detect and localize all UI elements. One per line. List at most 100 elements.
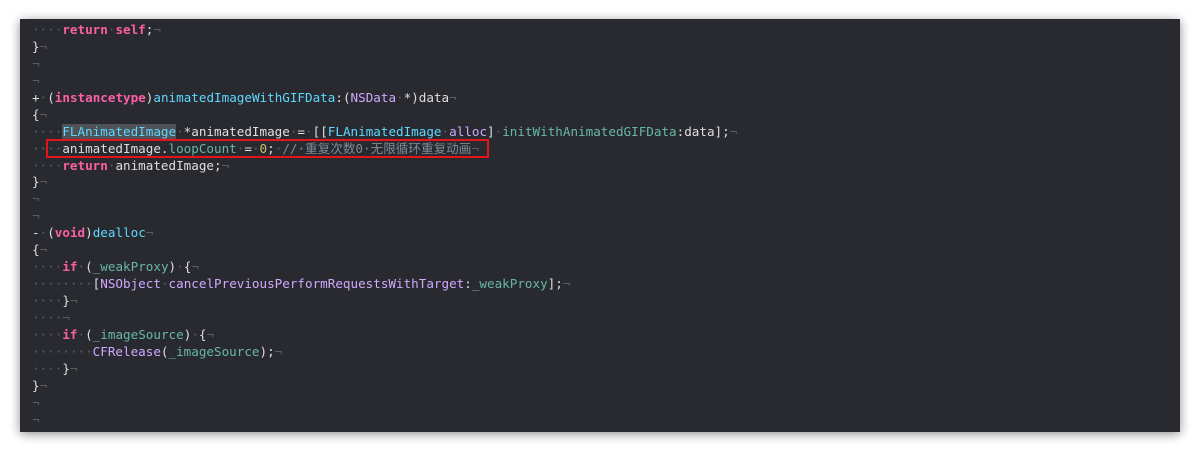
invisible-char: ¬ — [562, 276, 571, 292]
invisible-char: ········ — [32, 276, 93, 292]
code-line[interactable]: +·(instancetype)animatedImageWithGIFData… — [32, 90, 1180, 107]
code-line[interactable]: ¬ — [32, 73, 1180, 90]
code-line[interactable]: ········[NSObject·cancelPreviousPerformR… — [32, 276, 1180, 293]
code-token: } — [32, 377, 40, 393]
invisible-char: ¬ — [153, 22, 161, 37]
code-line[interactable]: ¬ — [32, 208, 1180, 225]
code-token: cancelPreviousPerformRequestsWithTarget — [168, 276, 465, 292]
code-token: _imageSource — [168, 343, 260, 359]
code-editor[interactable]: ····return·self;¬}¬ ¬ ¬ +·(instancetype)ani… — [20, 19, 1180, 432]
code-token: ( — [47, 225, 55, 241]
code-token: { — [32, 106, 40, 122]
invisible-char: · — [77, 259, 86, 275]
code-line[interactable]: {¬ — [32, 242, 1180, 259]
code-token: self — [115, 22, 146, 37]
code-line[interactable]: {¬ — [32, 107, 1180, 124]
code-token: } — [62, 360, 70, 376]
code-line[interactable]: }¬ — [32, 39, 1180, 56]
invisible-char: ¬ — [32, 191, 40, 207]
code-token: *)data — [403, 89, 450, 105]
code-token: void — [54, 225, 86, 241]
code-token: } — [32, 38, 40, 54]
code-line[interactable]: ····¬ — [32, 310, 1180, 327]
invisible-char: · — [305, 123, 313, 139]
code-line[interactable]: }¬ — [32, 174, 1180, 191]
code-token: ]; — [547, 276, 563, 292]
code-lines: ····return·self;¬}¬ ¬ ¬ +·(instancetype)ani… — [32, 22, 1180, 429]
invisible-char: ¬ — [32, 394, 40, 410]
code-token: FLAnimatedImage — [62, 123, 177, 139]
invisible-char: ···· — [32, 326, 63, 342]
code-line[interactable]: ····return·animatedImage;¬ — [32, 158, 1180, 175]
code-line[interactable]: ····}¬ — [32, 293, 1180, 310]
code-line[interactable]: ¬ — [32, 56, 1180, 73]
code-token: _imageSource — [92, 326, 184, 342]
invisible-char: ¬ — [274, 343, 283, 359]
invisible-char: · — [176, 259, 184, 275]
code-token: return — [62, 22, 108, 37]
invisible-char: ¬ — [39, 242, 48, 258]
invisible-char: ¬ — [191, 259, 199, 275]
invisible-char: ¬ — [32, 208, 40, 224]
invisible-char: · — [176, 123, 184, 139]
invisible-char: ···· — [32, 360, 63, 376]
code-token: ( — [85, 326, 93, 342]
code-token: if — [62, 326, 78, 342]
invisible-char: · — [160, 276, 169, 292]
code-token: FLAnimatedImage — [327, 123, 442, 139]
invisible-char: ¬ — [32, 55, 40, 71]
code-token: = — [297, 123, 306, 139]
invisible-char: ¬ — [449, 89, 457, 105]
invisible-char: ¬ — [206, 326, 215, 342]
code-token: _weakProxy — [471, 276, 548, 292]
invisible-char: ¬ — [69, 293, 78, 308]
code-token: alloc — [449, 123, 488, 139]
code-token: animatedImageWithGIFData — [153, 89, 336, 105]
code-token: } — [62, 293, 70, 308]
code-token: { — [32, 242, 40, 258]
code-token: NSData — [350, 89, 397, 105]
code-token: ) — [85, 225, 93, 241]
code-token: NSObject — [100, 276, 161, 292]
code-line[interactable]: ····}¬ — [32, 361, 1180, 378]
code-line[interactable]: ····if·(_weakProxy)·{¬ — [32, 259, 1180, 276]
highlight-box — [46, 139, 489, 158]
code-token: ] — [487, 123, 495, 139]
code-line[interactable]: ¬ — [32, 412, 1180, 429]
code-token: ( — [85, 259, 93, 275]
code-line[interactable]: ¬ — [32, 395, 1180, 412]
invisible-char: ····¬ — [32, 309, 70, 325]
code-line[interactable]: ········CFRelease(_imageSource);¬ — [32, 344, 1180, 361]
code-line[interactable]: ····return·self;¬ — [32, 22, 1180, 39]
invisible-char: · — [396, 89, 404, 105]
invisible-char: ···· — [32, 293, 63, 308]
invisible-char: ¬ — [39, 377, 48, 393]
code-token: :( — [335, 89, 351, 105]
invisible-char: ¬ — [221, 157, 230, 173]
code-token: + — [32, 89, 40, 105]
invisible-char: ···· — [32, 157, 63, 173]
code-token: if — [62, 259, 78, 275]
invisible-char: ········ — [32, 343, 93, 359]
invisible-char: ···· — [32, 259, 63, 275]
code-token: instancetype — [54, 89, 146, 105]
code-token: initWithAnimatedGIFData — [502, 123, 677, 139]
code-line[interactable]: ¬ — [32, 191, 1180, 208]
code-line[interactable]: -·(void)dealloc¬ — [32, 225, 1180, 242]
invisible-char: ¬ — [69, 360, 78, 376]
code-token: ) — [168, 259, 177, 275]
code-token: ( — [47, 89, 55, 105]
code-line[interactable]: ····if·(_imageSource)·{¬ — [32, 327, 1180, 344]
invisible-char: ¬ — [39, 174, 48, 190]
invisible-char: ¬ — [145, 225, 154, 241]
invisible-char: ¬ — [39, 106, 48, 122]
invisible-char: · — [441, 123, 450, 139]
code-token: :data]; — [676, 123, 730, 139]
invisible-char: · — [191, 326, 199, 342]
code-token: *animatedImage — [183, 123, 290, 139]
invisible-char: ···· — [32, 123, 63, 139]
code-token: : — [464, 276, 472, 292]
code-line[interactable]: }¬ — [32, 378, 1180, 395]
code-token: } — [32, 174, 40, 190]
invisible-char: ¬ — [32, 72, 40, 88]
